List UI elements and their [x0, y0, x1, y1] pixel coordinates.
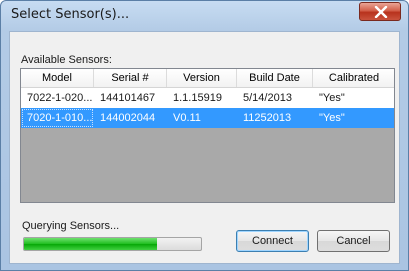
sensor-row[interactable]: 7022-1-020... 144101467 1.1.15919 5/14/2…	[21, 88, 394, 108]
cell-model: 7022-1-020...	[27, 92, 93, 104]
cell-serial: 144101467	[100, 92, 156, 104]
connect-button[interactable]: Connect	[236, 230, 309, 252]
available-sensors-label: Available Sensors:	[21, 54, 112, 66]
cell-version: V0.11	[173, 112, 201, 124]
cell-build-date: 11252013	[243, 112, 292, 124]
progress-bar	[23, 237, 202, 251]
title-bar[interactable]: Select Sensor(s)...	[1, 1, 408, 31]
window-title: Select Sensor(s)...	[11, 7, 130, 22]
column-header-serial[interactable]: Serial #	[94, 69, 167, 87]
status-text: Querying Sensors...	[22, 220, 120, 232]
cell-calibrated: "Yes"	[319, 92, 345, 104]
close-icon	[374, 6, 388, 18]
column-header-version[interactable]: Version	[167, 69, 237, 87]
progress-fill	[24, 238, 157, 250]
column-header-calibrated[interactable]: Calibrated	[313, 69, 394, 87]
column-header-build-date[interactable]: Build Date	[237, 69, 313, 87]
list-header: Model Serial # Version Build Date Calibr…	[21, 69, 394, 88]
cell-serial: 144002044	[100, 112, 156, 124]
dialog-body: Available Sensors: Model Serial # Versio…	[9, 31, 400, 264]
sensor-list[interactable]: Model Serial # Version Build Date Calibr…	[20, 68, 395, 203]
close-button[interactable]	[359, 2, 401, 21]
cell-build-date: 5/14/2013	[243, 92, 292, 104]
cell-version: 1.1.15919	[173, 92, 222, 104]
column-header-model[interactable]: Model	[21, 69, 94, 87]
cell-calibrated: "Yes"	[319, 112, 345, 124]
cell-model: 7020-1-010...	[21, 108, 94, 128]
sensor-row-selected[interactable]: 7020-1-010... 144002044 V0.11 11252013 "…	[21, 108, 394, 128]
select-sensors-dialog: Select Sensor(s)... Available Sensors: M…	[0, 0, 409, 271]
cancel-button[interactable]: Cancel	[317, 230, 390, 252]
